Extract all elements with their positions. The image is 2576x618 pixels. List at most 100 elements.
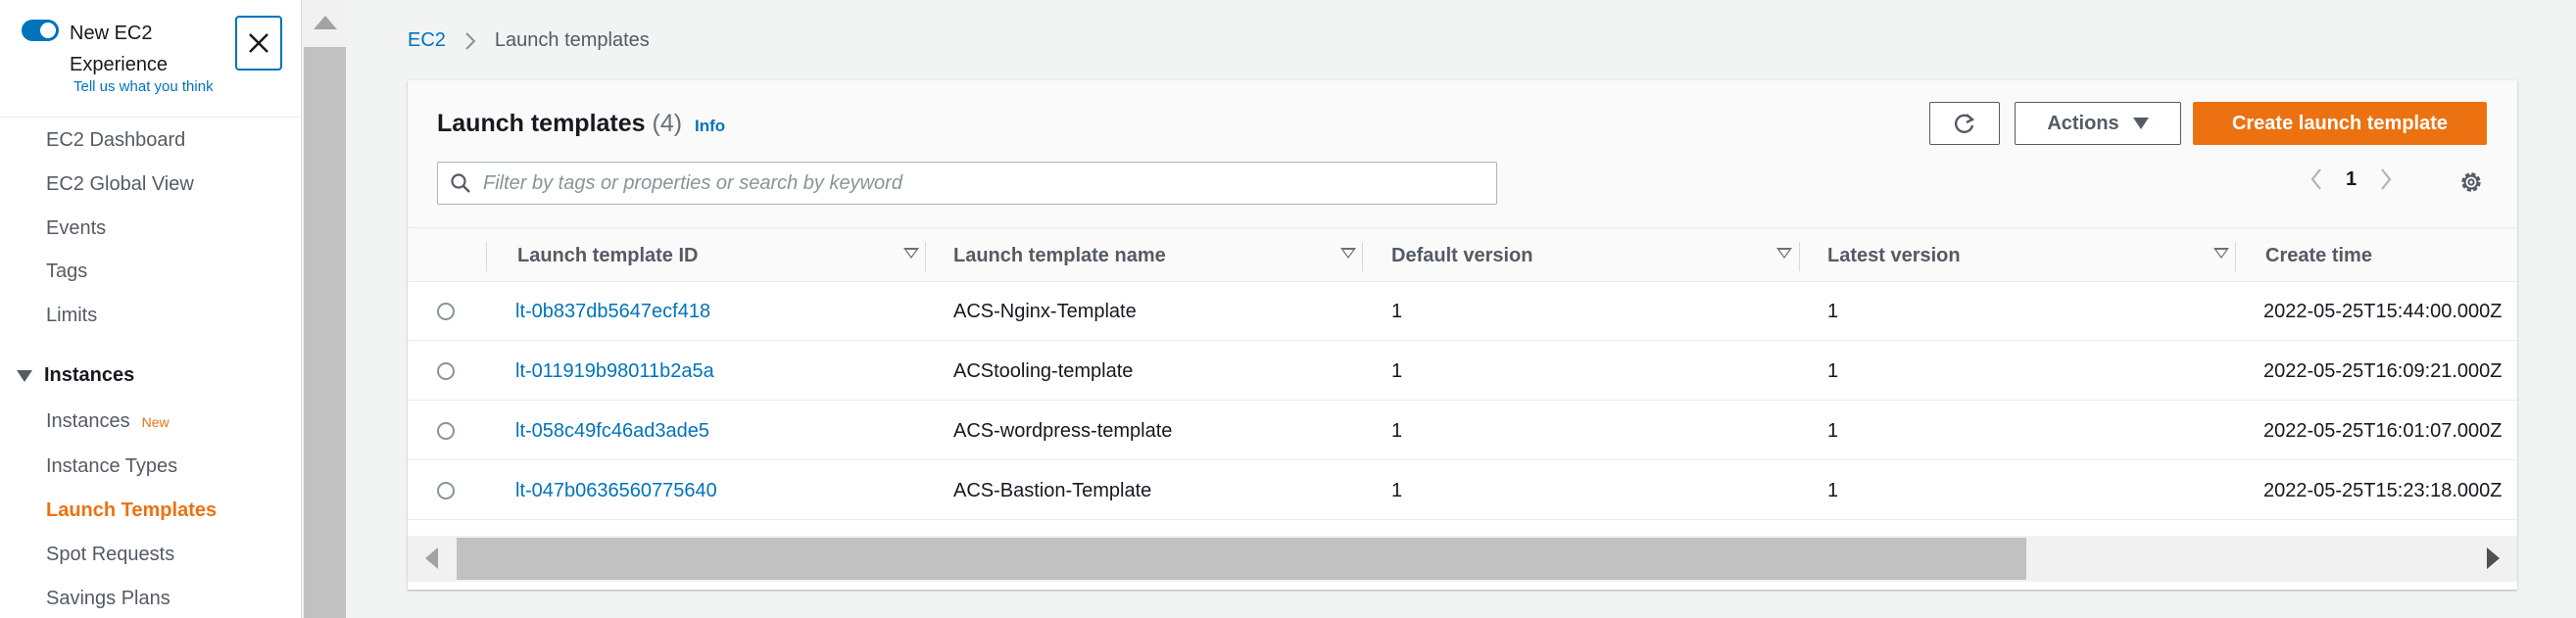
sidebar-item-events[interactable]: Events <box>46 217 106 240</box>
table-header: Launch template ID Launch template name … <box>408 227 2517 282</box>
refresh-button[interactable] <box>1929 102 2000 145</box>
column-header-label: Create time <box>2265 244 2372 266</box>
horizontal-scroll-thumb[interactable] <box>457 538 2026 580</box>
page-title: Launch templates (4) Info <box>437 110 725 138</box>
chevron-left-icon[interactable] <box>2309 166 2324 192</box>
panel-header: Launch templates (4) Info Actions Create… <box>408 80 2517 227</box>
launch-template-id-link[interactable]: lt-011919b98011b2a5a <box>515 342 714 401</box>
close-sidebar-button[interactable] <box>235 16 282 71</box>
close-icon <box>249 33 268 53</box>
actions-label: Actions <box>2047 112 2119 134</box>
vertical-scroll-thumb[interactable] <box>304 47 346 618</box>
launch-template-id-link[interactable]: lt-058c49fc46ad3ade5 <box>515 402 709 460</box>
sidebar-item-tags[interactable]: Tags <box>46 261 87 283</box>
row-select-radio[interactable] <box>437 482 455 499</box>
default-version: 1 <box>1391 419 1403 442</box>
create-launch-template-button[interactable]: Create launch template <box>2193 102 2487 145</box>
refresh-icon <box>1955 114 1975 133</box>
breadcrumb-ec2-link[interactable]: EC2 <box>408 29 446 52</box>
new-experience-label: New EC2 Experience <box>70 23 169 75</box>
column-header-launch-template-id[interactable]: Launch template ID <box>517 228 923 283</box>
create-time: 2022-05-25T16:09:21.000Z <box>2263 359 2503 382</box>
launch-templates-panel: Launch templates (4) Info Actions Create… <box>408 80 2517 590</box>
feedback-link[interactable]: Tell us what you think <box>73 78 214 95</box>
caret-down-icon <box>2132 118 2149 129</box>
table-row[interactable]: lt-047b0636560775640 ACS-Bastion-Templat… <box>408 461 2517 520</box>
launch-template-id-link[interactable]: lt-0b837db5647ecf418 <box>515 282 710 341</box>
scroll-right-arrow-icon[interactable] <box>2487 547 2500 569</box>
launch-template-name: ACS-Nginx-Template <box>953 300 1137 322</box>
search-icon <box>451 173 470 193</box>
column-header-create-time[interactable]: Create time <box>2265 228 2517 283</box>
sidebar-item-ec2-dashboard[interactable]: EC2 Dashboard <box>46 129 185 152</box>
create-time: 2022-05-25T16:01:07.000Z <box>2263 419 2503 442</box>
sort-caret-icon <box>1340 248 1356 259</box>
table-row[interactable]: lt-0b837db5647ecf418 ACS-Nginx-Template … <box>408 282 2517 341</box>
row-select-radio[interactable] <box>437 362 455 380</box>
sidebar-item-instance-types[interactable]: Instance Types <box>46 455 177 478</box>
default-version: 1 <box>1391 359 1403 382</box>
latest-version: 1 <box>1827 479 1839 501</box>
default-version: 1 <box>1391 479 1403 501</box>
chevron-right-icon[interactable] <box>2378 166 2394 192</box>
scroll-up-arrow-icon[interactable] <box>314 16 337 29</box>
launch-template-name: ACS-Bastion-Template <box>953 479 1152 501</box>
breadcrumb: EC2 Launch templates <box>408 29 650 52</box>
breadcrumb-current: Launch templates <box>494 29 650 51</box>
pagination: 1 <box>2309 166 2394 192</box>
launch-template-name: ACStooling-template <box>953 359 1134 382</box>
search-input[interactable] <box>483 171 1443 195</box>
column-header-launch-template-name[interactable]: Launch template name <box>953 228 1360 283</box>
table-row[interactable]: lt-011919b98011b2a5a ACStooling-template… <box>408 342 2517 401</box>
info-link[interactable]: Info <box>695 117 725 135</box>
column-header-default-version[interactable]: Default version <box>1391 228 1796 283</box>
chevron-right-icon <box>463 31 477 51</box>
sidebar-section-label: Instances <box>44 364 135 386</box>
panel-title-text: Launch templates <box>437 110 646 137</box>
new-badge: New <box>141 414 170 430</box>
column-header-label: Launch template name <box>953 244 1166 266</box>
column-divider <box>1799 242 1800 271</box>
sidebar-item-label: Instances <box>46 410 130 432</box>
column-header-label: Latest version <box>1827 244 1961 266</box>
sidebar-item-savings-plans[interactable]: Savings Plans <box>46 588 170 610</box>
new-experience-toggle[interactable] <box>22 20 59 41</box>
column-header-latest-version[interactable]: Latest version <box>1827 228 2233 283</box>
column-header-label: Launch template ID <box>517 244 699 266</box>
column-divider <box>2235 242 2236 271</box>
actions-button[interactable]: Actions <box>2015 102 2181 145</box>
panel-count: (4) <box>652 110 683 137</box>
sidebar-item-launch-templates[interactable]: Launch Templates <box>46 499 217 522</box>
page-number[interactable]: 1 <box>2346 168 2357 191</box>
sort-caret-icon <box>903 248 919 259</box>
caret-down-icon <box>17 369 32 382</box>
column-divider <box>486 242 487 271</box>
column-header-label: Default version <box>1391 244 1533 266</box>
sidebar: New EC2 Experience Tell us what you thin… <box>0 0 302 618</box>
sort-caret-icon <box>2213 248 2229 259</box>
sidebar-item-ec2-global-view[interactable]: EC2 Global View <box>46 173 194 196</box>
row-select-radio[interactable] <box>437 422 455 440</box>
sidebar-item-instances[interactable]: Instances New <box>46 410 170 433</box>
sidebar-section-instances[interactable]: Instances <box>17 364 134 387</box>
latest-version: 1 <box>1827 359 1839 382</box>
sidebar-item-spot-requests[interactable]: Spot Requests <box>46 544 174 566</box>
table-row[interactable]: lt-058c49fc46ad3ade5 ACS-wordpress-templ… <box>408 402 2517 460</box>
latest-version: 1 <box>1827 300 1839 322</box>
launch-template-id-link[interactable]: lt-047b0636560775640 <box>515 461 717 520</box>
latest-version: 1 <box>1827 419 1839 442</box>
horizontal-scrollbar[interactable] <box>408 536 2517 582</box>
default-version: 1 <box>1391 300 1403 322</box>
column-divider <box>1362 242 1363 271</box>
column-divider <box>925 242 926 271</box>
sidebar-item-limits[interactable]: Limits <box>46 305 97 327</box>
vertical-scrollbar[interactable] <box>302 0 348 618</box>
sort-caret-icon <box>1776 248 1792 259</box>
gear-icon[interactable] <box>2457 168 2485 196</box>
launch-template-name: ACS-wordpress-template <box>953 419 1173 442</box>
create-time: 2022-05-25T15:23:18.000Z <box>2263 479 2503 501</box>
scroll-left-arrow-icon[interactable] <box>425 547 438 569</box>
row-select-radio[interactable] <box>437 303 455 320</box>
create-time: 2022-05-25T15:44:00.000Z <box>2263 300 2503 322</box>
sidebar-header: New EC2 Experience Tell us what you thin… <box>0 0 301 118</box>
